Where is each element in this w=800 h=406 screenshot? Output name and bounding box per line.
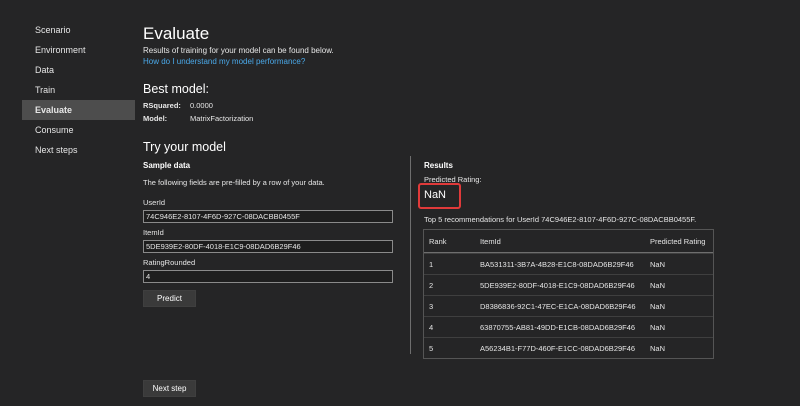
sample-data-heading: Sample data bbox=[143, 161, 191, 170]
predicted-rating-cell: NaN bbox=[650, 322, 666, 332]
table-row: 3 D8386836-92C1-47EC-E1CA-08DAD6B29F46 N… bbox=[424, 295, 713, 316]
rank-cell: 3 bbox=[429, 301, 434, 311]
predicted-rating-value: NaN bbox=[424, 189, 447, 201]
rsquared-value: 0.0000 bbox=[190, 101, 213, 110]
column-header-itemid: ItemId bbox=[480, 236, 501, 246]
predicted-rating-cell: NaN bbox=[650, 301, 666, 311]
itemid-label: ItemId bbox=[143, 228, 164, 237]
rsquared-label: RSquared: bbox=[143, 101, 181, 110]
next-step-button[interactable]: Next step bbox=[143, 380, 196, 397]
sidebar-item-scenario[interactable]: Scenario bbox=[22, 20, 135, 40]
model-label: Model: bbox=[143, 114, 168, 123]
itemid-cell: BA531311-3B7A-4B28-E1C8-08DAD6B29F46 bbox=[480, 259, 634, 269]
itemid-cell: 5DE939E2-80DF-4018-E1C9-08DAD6B29F46 bbox=[480, 280, 635, 290]
page-description: Results of training for your model can b… bbox=[143, 46, 334, 55]
rsquared-row: RSquared: 0.0000 bbox=[143, 101, 213, 110]
column-header-predicted-rating: Predicted Rating bbox=[650, 236, 706, 246]
page-title: Evaluate bbox=[143, 24, 210, 43]
itemid-cell: A56234B1-F77D-460F-E1CC-08DAD6B29F46 bbox=[480, 343, 636, 353]
table-row: 4 63870755-AB81-49DD-E1CB-08DAD6B29F46 N… bbox=[424, 316, 713, 337]
sidebar-item-consume[interactable]: Consume bbox=[22, 120, 135, 140]
sidebar-item-evaluate[interactable]: Evaluate bbox=[22, 100, 135, 120]
table-row: 5 A56234B1-F77D-460F-E1CC-08DAD6B29F46 N… bbox=[424, 337, 713, 358]
rating-rounded-input[interactable]: 4 bbox=[143, 270, 393, 283]
sidebar-nav: Scenario Environment Data Train Evaluate… bbox=[22, 20, 135, 160]
itemid-cell: 63870755-AB81-49DD-E1CB-08DAD6B29F46 bbox=[480, 322, 636, 332]
table-row: 2 5DE939E2-80DF-4018-E1C9-08DAD6B29F46 N… bbox=[424, 274, 713, 295]
itemid-cell: D8386836-92C1-47EC-E1CA-08DAD6B29F46 bbox=[480, 301, 636, 311]
predicted-rating-cell: NaN bbox=[650, 280, 666, 290]
predict-button[interactable]: Predict bbox=[143, 290, 196, 307]
model-row: Model: MatrixFactorization bbox=[143, 114, 253, 123]
panel-divider bbox=[410, 156, 411, 354]
best-model-heading: Best model: bbox=[143, 82, 210, 96]
try-model-heading: Try your model bbox=[143, 140, 226, 154]
rank-cell: 5 bbox=[429, 343, 434, 353]
top-recommendations-caption: Top 5 recommendations for UserId 74C946E… bbox=[424, 215, 697, 224]
column-header-rank: Rank bbox=[429, 236, 447, 246]
rank-cell: 2 bbox=[429, 280, 434, 290]
userid-label: UserId bbox=[143, 198, 166, 207]
userid-input[interactable]: 74C946E2-8107-4F6D-927C-08DACBB0455F bbox=[143, 210, 393, 223]
sample-data-description: The following fields are pre-filled by a… bbox=[143, 178, 325, 187]
sidebar-item-environment[interactable]: Environment bbox=[22, 40, 135, 60]
sidebar-item-data[interactable]: Data bbox=[22, 60, 135, 80]
predicted-rating-cell: NaN bbox=[650, 259, 666, 269]
model-value: MatrixFactorization bbox=[190, 114, 254, 123]
recommendations-table: Rank ItemId Predicted Rating 1 BA531311-… bbox=[423, 229, 714, 359]
table-row: 1 BA531311-3B7A-4B28-E1C8-08DAD6B29F46 N… bbox=[424, 253, 713, 274]
results-heading: Results bbox=[424, 161, 453, 170]
itemid-input[interactable]: 5DE939E2-80DF-4018-E1C9-08DAD6B29F46 bbox=[143, 240, 393, 253]
sidebar-item-train[interactable]: Train bbox=[22, 80, 135, 100]
sidebar-item-next-steps[interactable]: Next steps bbox=[22, 140, 135, 160]
rank-cell: 4 bbox=[429, 322, 434, 332]
table-header: Rank ItemId Predicted Rating bbox=[424, 230, 713, 253]
predicted-rating-cell: NaN bbox=[650, 343, 666, 353]
model-performance-help-link[interactable]: How do I understand my model performance… bbox=[143, 57, 305, 66]
rating-rounded-label: RatingRounded bbox=[143, 258, 196, 267]
rank-cell: 1 bbox=[429, 259, 434, 269]
